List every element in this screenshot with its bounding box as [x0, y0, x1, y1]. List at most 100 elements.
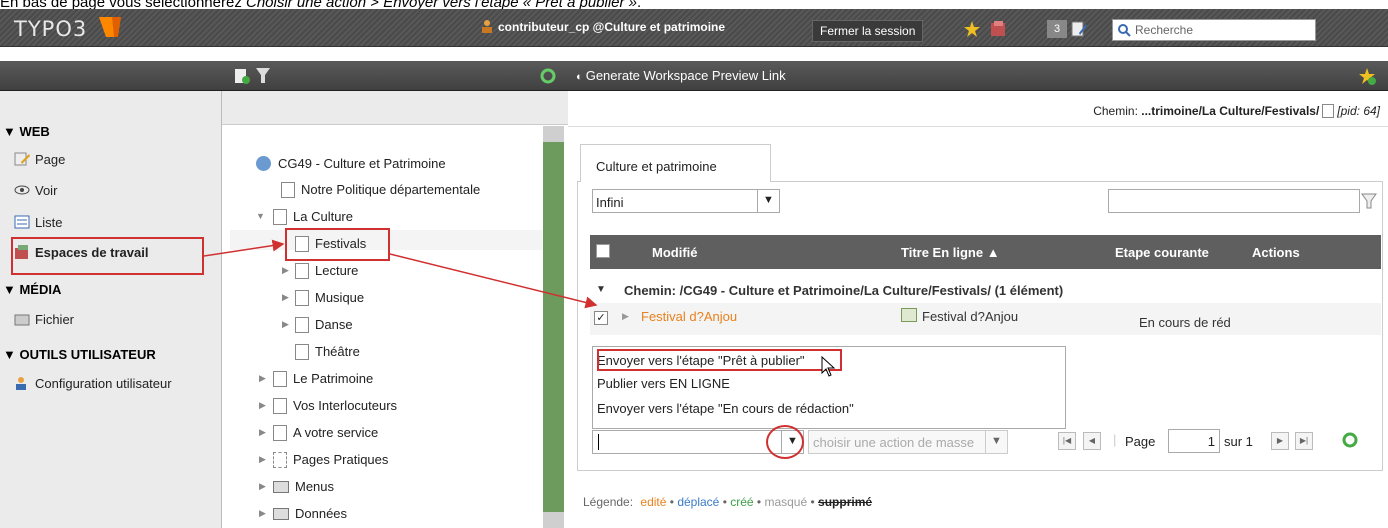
module-liste[interactable]: Liste	[14, 215, 62, 230]
tree-node[interactable]: Notre Politique départementale	[281, 182, 480, 198]
table-row[interactable]: ✓ ▶ Festival d?Anjou Festival d?Anjou En…	[590, 303, 1381, 335]
row-title: Festival d?Anjou	[922, 309, 1019, 324]
search-field[interactable]: Recherche	[1112, 19, 1316, 41]
next-page-icon[interactable]: ▶	[1271, 432, 1289, 450]
page-icon	[1322, 104, 1335, 118]
page-icon	[273, 371, 287, 387]
list-icon	[14, 215, 30, 229]
depth-select[interactable]: Infini ▼	[592, 189, 780, 213]
expand-arrow-icon[interactable]: ▶	[622, 311, 629, 322]
expand-arrow-icon[interactable]: ▶	[259, 400, 266, 411]
tree-toolbar	[222, 61, 568, 91]
tree-node[interactable]: Données	[273, 506, 347, 521]
page-input[interactable]: 1	[1168, 429, 1220, 453]
tree-root[interactable]: CG49 - Culture et Patrimoine	[256, 156, 446, 171]
column-actions: Actions	[1252, 245, 1300, 260]
separator: |	[1113, 432, 1117, 447]
module-user-config[interactable]: Configuration utilisateur	[14, 376, 172, 391]
tree-node[interactable]: A votre service	[273, 425, 378, 441]
row-modified[interactable]: Festival d?Anjou	[641, 309, 737, 324]
page-total: sur 1	[1224, 434, 1253, 449]
expand-arrow-icon[interactable]: ▶	[259, 508, 266, 519]
top-bar: TYPO3 contributeur_cp @Culture et patrim…	[0, 9, 1388, 47]
selected-node-highlight	[230, 230, 543, 250]
action-dropdown-menu: Envoyer vers l'étape "Prêt à publier" Pu…	[592, 346, 1066, 429]
refresh-tree-icon[interactable]	[540, 68, 556, 84]
tree-node[interactable]: Pages Pratiques	[273, 452, 388, 468]
bookmark-star-icon[interactable]	[963, 20, 981, 38]
tab-culture-patrimoine[interactable]: Culture et patrimoine	[580, 144, 771, 182]
prev-page-icon[interactable]: ◀	[1083, 432, 1101, 450]
column-modified[interactable]: Modifié	[652, 245, 698, 260]
section-media[interactable]: ▼ MÉDIA	[3, 282, 61, 297]
expand-arrow-icon[interactable]: ▶	[282, 265, 289, 276]
user-config-icon	[14, 376, 30, 390]
tree-node[interactable]: Théâtre	[295, 344, 360, 360]
tree-node[interactable]: Lecture	[295, 263, 358, 279]
divider	[568, 126, 1388, 127]
current-user[interactable]: contributeur_cp @Culture et patrimoine	[480, 19, 725, 34]
expand-arrow-icon[interactable]: ▶	[259, 481, 266, 492]
mouse-cursor-icon	[821, 356, 836, 377]
module-menu: ▼ WEB Page Voir Liste Espaces de travail…	[0, 91, 222, 528]
tree-node-festivals[interactable]: Festivals	[295, 236, 366, 252]
module-workspaces[interactable]: Espaces de travail	[14, 245, 148, 260]
tree-node[interactable]: Le Patrimoine	[273, 371, 373, 387]
column-title[interactable]: Titre En ligne ▲	[901, 245, 1000, 260]
column-stage[interactable]: Etape courante	[1115, 245, 1209, 260]
section-web[interactable]: ▼ WEB	[3, 124, 50, 139]
refresh-icon[interactable]	[1342, 432, 1358, 448]
expand-arrow-icon[interactable]: ▶	[259, 454, 266, 465]
group-row[interactable]: ▼ Chemin: /CG49 - Culture et Patrimoine/L…	[590, 278, 1381, 304]
tree-node[interactable]: Danse	[295, 317, 353, 333]
scroll-down-arrow[interactable]	[543, 512, 564, 528]
eye-icon	[14, 183, 30, 197]
expand-arrow-icon[interactable]: ▶	[259, 373, 266, 384]
module-page[interactable]: Page	[14, 152, 65, 167]
workspace-toolbar: ◐ Generate Workspace Preview Link	[568, 61, 1388, 91]
folder-icon	[273, 508, 289, 520]
tree-scrollbar[interactable]	[543, 126, 564, 528]
collapse-arrow-icon[interactable]: ▼	[596, 284, 606, 295]
page-label: Page	[1125, 434, 1156, 449]
first-page-icon[interactable]: |◀	[1058, 432, 1076, 450]
section-user-tools[interactable]: ▼ OUTILS UTILISATEUR	[3, 347, 156, 362]
menu-item-publish[interactable]: Publier vers EN LIGNE	[597, 372, 730, 394]
edit-document-icon[interactable]	[1070, 20, 1088, 38]
select-all-checkbox[interactable]	[596, 244, 610, 258]
last-page-icon[interactable]: ▶|	[1295, 432, 1313, 450]
tree-node[interactable]: Vos Interlocuteurs	[273, 398, 397, 414]
page-icon	[295, 290, 309, 306]
open-documents-badge[interactable]: 3	[1047, 20, 1067, 38]
menu-item-send-editing[interactable]: Envoyer vers l'étape "En cours de rédact…	[597, 397, 854, 419]
preview-link-button[interactable]: ◐ Generate Workspace Preview Link	[576, 68, 786, 83]
tree-node[interactable]: Menus	[273, 479, 334, 494]
tree-node[interactable]: Musique	[295, 290, 364, 306]
collapse-arrow-icon[interactable]: ▼	[256, 211, 265, 221]
chevron-down-icon[interactable]: ▼	[757, 190, 779, 212]
filter-icon[interactable]	[256, 68, 270, 84]
module-fichier[interactable]: Fichier	[14, 312, 74, 327]
expand-arrow-icon[interactable]: ▶	[282, 319, 289, 330]
workspace-icon[interactable]	[989, 20, 1007, 38]
chevron-down-icon[interactable]: ▼	[985, 431, 1007, 453]
page-tree: CG49 - Culture et Patrimoine Notre Polit…	[222, 91, 568, 528]
logout-button[interactable]: Fermer la session	[812, 20, 924, 42]
mass-action-select[interactable]: choisir une action de masse ▼	[808, 430, 1008, 454]
new-page-icon[interactable]	[234, 68, 250, 84]
expand-arrow-icon[interactable]: ▶	[282, 292, 289, 303]
scroll-up-arrow[interactable]	[543, 126, 564, 142]
expand-arrow-icon[interactable]: ▶	[259, 427, 266, 438]
module-voir[interactable]: Voir	[14, 183, 57, 198]
breadcrumb: Chemin: ...trimoine/La Culture/Festivals…	[1093, 104, 1380, 118]
page-icon	[281, 182, 295, 198]
page-edit-icon	[14, 152, 30, 166]
add-bookmark-icon[interactable]	[1358, 67, 1376, 85]
tree-node[interactable]: La Culture	[273, 209, 353, 225]
filter-input[interactable]	[1108, 189, 1360, 213]
filter-icon[interactable]	[1361, 193, 1377, 209]
highlight-circle	[766, 425, 804, 459]
row-stage: En cours de réd	[1139, 315, 1231, 330]
tree-header	[222, 91, 568, 125]
row-checkbox[interactable]: ✓	[594, 311, 608, 325]
